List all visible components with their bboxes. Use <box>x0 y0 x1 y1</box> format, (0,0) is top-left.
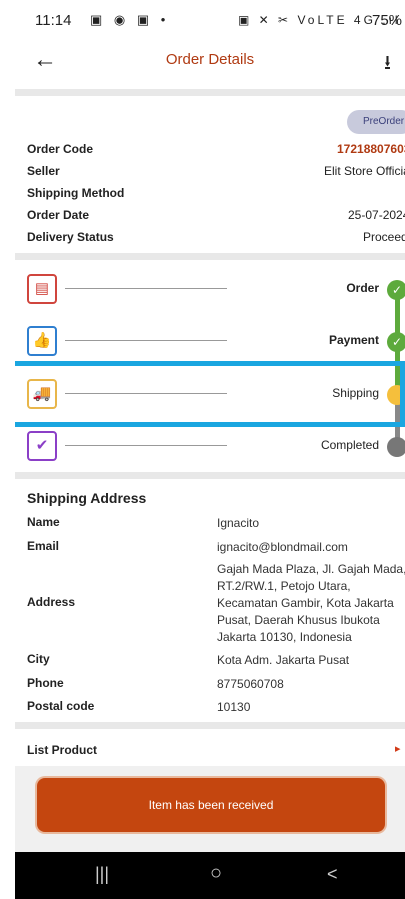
order-list-icon: ▤ <box>27 274 57 304</box>
item-received-button[interactable]: Item has been received <box>37 778 385 832</box>
address-value: Gajah Mada Plaza, Jl. Gajah Mada, RT.2/R… <box>217 562 405 644</box>
pending-step-dot <box>387 437 405 457</box>
thumbs-up-icon: 👍 <box>27 326 57 356</box>
order-code-label: Order Code <box>27 142 94 156</box>
preorder-badge: PreOrder <box>347 110 405 134</box>
app-screen: 11:14 ▣ ◉ ▣ • ▣ ✕ ✂ VoLTE 4G .ıl 75% ← O… <box>15 0 405 899</box>
track-connector <box>65 288 227 289</box>
delivery-status-row: Delivery Status Proceed <box>27 230 405 250</box>
page-title: Order Details <box>165 51 255 68</box>
notification-icons: ▣ ◉ ▣ • <box>90 12 170 27</box>
track-label-order: Order <box>346 281 379 295</box>
postal-code-label: Postal code <box>27 699 95 713</box>
phone-value: 8775060708 <box>217 677 284 691</box>
back-icon[interactable]: < <box>327 864 338 885</box>
divider <box>15 472 405 479</box>
seller-value: Elit Store Officia <box>324 164 405 178</box>
double-check-icon: ✔ <box>27 431 57 461</box>
city-label: City <box>27 652 50 666</box>
battery-level: 75% <box>372 12 403 29</box>
seller-row: Seller Elit Store Officia <box>27 164 405 184</box>
track-step-order: ▤ Order ✓ <box>15 272 405 306</box>
list-product-link[interactable]: List Product <box>27 743 97 757</box>
email-value: ignacito@blondmail.com <box>217 540 348 554</box>
track-step-completed: ✔ Completed <box>15 429 405 463</box>
track-connector <box>65 340 227 341</box>
order-code-value: 17218807603 <box>337 142 405 156</box>
email-label: Email <box>27 539 60 553</box>
order-code-row: Order Code 17218807603 <box>27 142 405 162</box>
divider <box>15 253 405 260</box>
order-date-row: Order Date 25-07-2024 <box>27 208 405 228</box>
shipping-address-title: Shipping Address <box>27 490 147 506</box>
phone-label: Phone <box>27 676 64 690</box>
divider <box>15 722 405 729</box>
track-label-completed: Completed <box>320 438 379 452</box>
track-step-payment: 👍 Payment ✓ <box>15 324 405 358</box>
track-connector <box>65 445 227 446</box>
app-header: ← Order Details ⭳ <box>15 42 405 82</box>
order-date-value: 25-07-2024 <box>348 208 405 222</box>
delivery-status-value: Proceed <box>363 230 405 244</box>
home-icon[interactable]: ○ <box>210 862 222 885</box>
order-date-label: Order Date <box>27 208 90 222</box>
delivery-status-label: Delivery Status <box>27 230 114 244</box>
name-label: Name <box>27 515 60 529</box>
name-value: Ignacito <box>217 516 260 530</box>
track-label-payment: Payment <box>328 333 379 347</box>
shipping-method-label: Shipping Method <box>27 186 125 200</box>
check-icon: ✓ <box>387 280 405 300</box>
check-icon: ✓ <box>387 332 405 352</box>
highlight-box <box>15 361 405 427</box>
seller-label: Seller <box>27 164 60 178</box>
recents-icon[interactable]: ||| <box>95 864 109 885</box>
download-icon[interactable]: ⭳ <box>384 48 391 82</box>
system-nav-bar: ||| ○ < <box>15 852 405 899</box>
divider <box>15 89 405 96</box>
shipping-method-row: Shipping Method <box>27 186 405 206</box>
postal-code-value: 10130 <box>217 700 251 714</box>
chevron-right-icon[interactable]: ▸ <box>395 742 401 755</box>
status-time: 11:14 <box>35 12 72 29</box>
address-row: Address Gajah Mada Plaza, Jl. Gajah Mada… <box>27 562 405 646</box>
address-label: Address <box>27 595 76 609</box>
city-value: Kota Adm. Jakarta Pusat <box>217 653 350 667</box>
status-bar: 11:14 ▣ ◉ ▣ • ▣ ✕ ✂ VoLTE 4G .ıl 75% <box>15 0 405 42</box>
